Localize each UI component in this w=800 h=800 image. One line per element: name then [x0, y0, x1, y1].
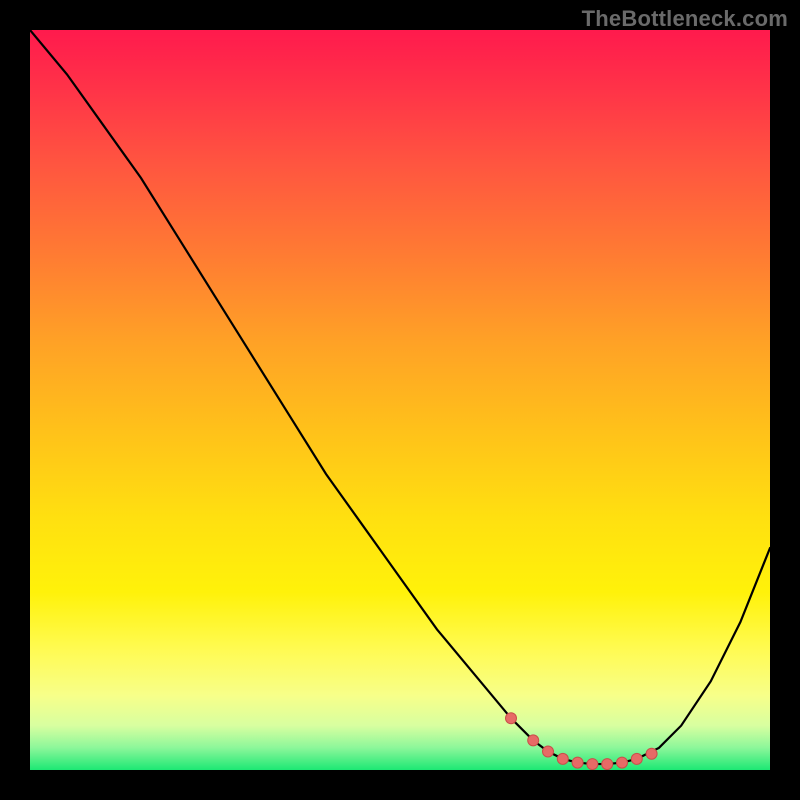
chart-plot-area — [30, 30, 770, 770]
chart-marker — [587, 759, 598, 770]
chart-marker — [646, 748, 657, 759]
watermark-text: TheBottleneck.com — [582, 6, 788, 32]
chart-marker — [543, 746, 554, 757]
chart-markers — [506, 713, 658, 770]
chart-marker — [602, 759, 613, 770]
chart-marker — [528, 735, 539, 746]
chart-marker — [557, 753, 568, 764]
chart-marker — [506, 713, 517, 724]
chart-svg — [30, 30, 770, 770]
chart-line — [30, 30, 770, 764]
chart-marker — [631, 753, 642, 764]
chart-marker — [617, 757, 628, 768]
chart-marker — [572, 757, 583, 768]
